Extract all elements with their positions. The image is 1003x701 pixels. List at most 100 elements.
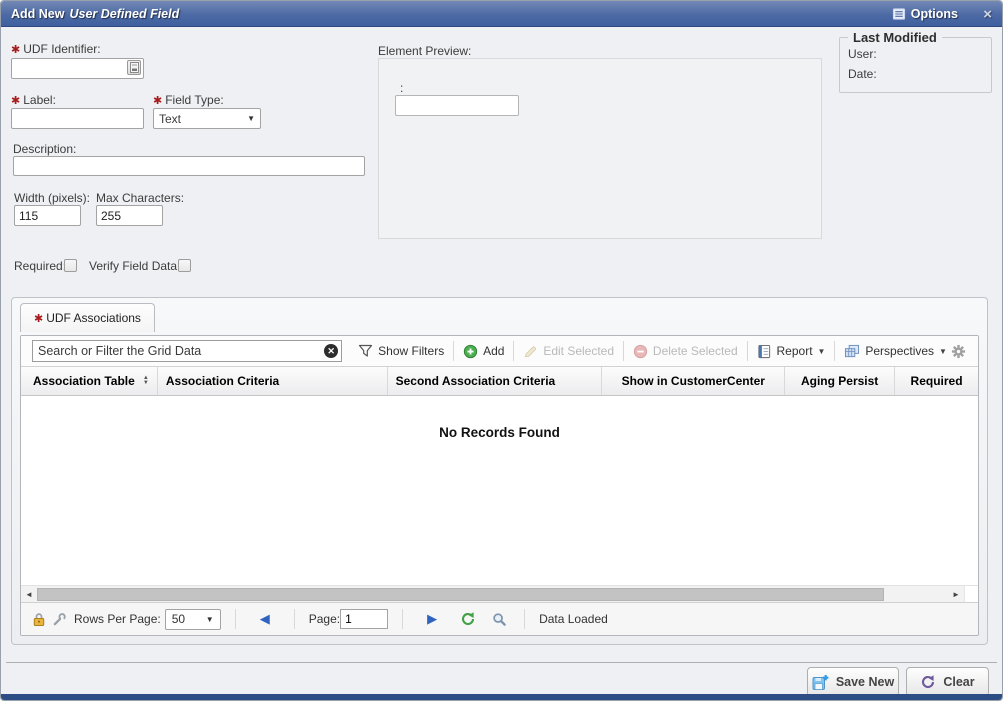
tab-label: UDF Associations (46, 311, 141, 325)
report-label: Report (777, 344, 813, 358)
required-asterisk: ✱ (11, 95, 20, 107)
required-checkbox[interactable] (64, 259, 77, 272)
verify-field-data-label: Verify Field Data: (89, 259, 180, 273)
delete-selected-label: Delete Selected (653, 344, 738, 358)
last-modified-panel: Last Modified User: Date: (839, 37, 992, 93)
add-icon (463, 344, 478, 359)
scroll-right-icon[interactable]: ► (948, 586, 964, 602)
udf-associations-panel: ✱ UDF Associations ✕ Show Filters (11, 297, 988, 645)
width-label: Width (pixels): (14, 191, 90, 205)
column-header-association-criteria[interactable]: Association Criteria (158, 367, 388, 395)
column-header-aging-persist[interactable]: Aging Persist (785, 367, 895, 395)
scrollbar-track[interactable] (37, 587, 948, 602)
footer-divider (6, 662, 997, 663)
pager-status: Data Loaded (539, 612, 608, 626)
save-new-button[interactable]: Save New (807, 667, 899, 697)
close-icon[interactable]: × (983, 3, 992, 25)
rows-per-page-value: 50 (172, 612, 185, 626)
last-modified-date: Date: (848, 67, 983, 81)
options-list-icon (892, 7, 906, 21)
previous-page-icon[interactable]: ◀ (250, 611, 280, 627)
field-type-select[interactable]: Text ▼ (153, 108, 261, 129)
column-header-association-table[interactable]: Association Table ▲▼ (21, 367, 158, 395)
save-icon (812, 674, 829, 691)
grid-settings-button[interactable] (951, 344, 966, 359)
add-button[interactable]: Add (459, 344, 508, 359)
refresh-icon[interactable] (457, 611, 479, 627)
udf-identifier-field-wrap (11, 58, 144, 79)
dialog-title: Add New User Defined Field (11, 1, 179, 27)
grid-pager: Rows Per Page: 50 ▼ ◀ Page: ▶ (21, 602, 978, 635)
titlebar: Add New User Defined Field Options × (1, 1, 1002, 27)
verify-field-data-checkbox[interactable] (178, 259, 191, 272)
chevron-down-icon: ▼ (818, 347, 826, 356)
add-label: Add (483, 344, 504, 358)
grid-body: No Records Found (21, 397, 978, 585)
wrench-icon[interactable] (49, 612, 70, 627)
dialog-title-object: User Defined Field (69, 7, 179, 21)
column-header-second-association-criteria[interactable]: Second Association Criteria (388, 367, 603, 395)
field-type-label: ✱Field Type: (153, 93, 224, 107)
window-bottom-border (1, 694, 1002, 700)
width-input[interactable] (14, 205, 81, 226)
max-characters-input[interactable] (96, 205, 163, 226)
chevron-down-icon: ▼ (247, 114, 255, 123)
delete-selected-button[interactable]: Delete Selected (629, 344, 742, 359)
grid-header-row: Association Table ▲▼ Association Criteri… (21, 366, 978, 396)
show-filters-button[interactable]: Show Filters (354, 344, 448, 358)
required-asterisk: ✱ (34, 312, 43, 325)
show-filters-label: Show Filters (378, 344, 444, 358)
rows-per-page-label: Rows Per Page: (74, 612, 161, 626)
rows-per-page-select[interactable]: 50 ▼ (165, 609, 221, 630)
pager-separator (294, 609, 295, 629)
options-button[interactable]: Options (886, 3, 964, 25)
perspectives-button[interactable]: Perspectives ▼ (840, 344, 951, 359)
label-label: ✱Label: (11, 93, 56, 107)
toolbar-separator (623, 341, 624, 361)
preview-field-label: : (400, 81, 403, 95)
next-page-icon[interactable]: ▶ (417, 611, 447, 627)
udf-identifier-picker-icon[interactable] (127, 60, 141, 75)
udf-identifier-label: ✱UDF Identifier: (11, 42, 101, 56)
clear-label: Clear (943, 675, 974, 689)
toolbar-separator (453, 341, 454, 361)
clear-button[interactable]: Clear (906, 667, 989, 697)
add-udf-dialog: Add NewUser Defined Field Options × ✱UDF… (0, 0, 1003, 701)
preview-input[interactable] (395, 95, 519, 116)
report-icon (757, 344, 772, 359)
horizontal-scrollbar: ◄ ► (21, 585, 978, 602)
empty-message: No Records Found (21, 425, 978, 440)
scrollbar-thumb[interactable] (37, 588, 884, 601)
filter-funnel-icon (358, 344, 373, 358)
scroll-left-icon[interactable]: ◄ (21, 586, 37, 602)
grid-search-wrap: ✕ (32, 340, 342, 362)
tab-udf-associations[interactable]: ✱ UDF Associations (20, 303, 155, 332)
toolbar-separator (747, 341, 748, 361)
gear-icon (951, 344, 966, 359)
perspectives-label: Perspectives (865, 344, 934, 358)
field-type-value: Text (159, 112, 181, 126)
lock-icon[interactable] (29, 612, 49, 627)
delete-icon (633, 344, 648, 359)
description-label: Description: (13, 142, 76, 156)
column-header-required[interactable]: Required (895, 367, 978, 395)
report-button[interactable]: Report ▼ (753, 344, 830, 359)
element-preview-label: Element Preview: (378, 44, 471, 58)
udf-identifier-input[interactable] (11, 58, 144, 79)
edit-selected-button[interactable]: Edit Selected (519, 344, 618, 359)
grid-toolbar: ✕ Show Filters Add (21, 336, 978, 366)
pager-separator (402, 609, 403, 629)
required-asterisk: ✱ (11, 44, 20, 56)
element-preview-panel: : (378, 58, 822, 239)
label-input[interactable] (11, 108, 144, 129)
associations-grid: ✕ Show Filters Add (20, 335, 979, 636)
edit-pencil-icon (523, 344, 538, 359)
search-input[interactable] (32, 340, 342, 362)
description-input[interactable] (13, 156, 365, 176)
page-number-input[interactable] (340, 609, 388, 629)
chevron-down-icon: ▼ (939, 347, 947, 356)
search-grid-icon[interactable] (489, 612, 510, 627)
last-modified-title: Last Modified (848, 30, 942, 45)
dialog-title-prefix: Add New (11, 7, 64, 21)
column-header-show-in-customercenter[interactable]: Show in CustomerCenter (602, 367, 785, 395)
